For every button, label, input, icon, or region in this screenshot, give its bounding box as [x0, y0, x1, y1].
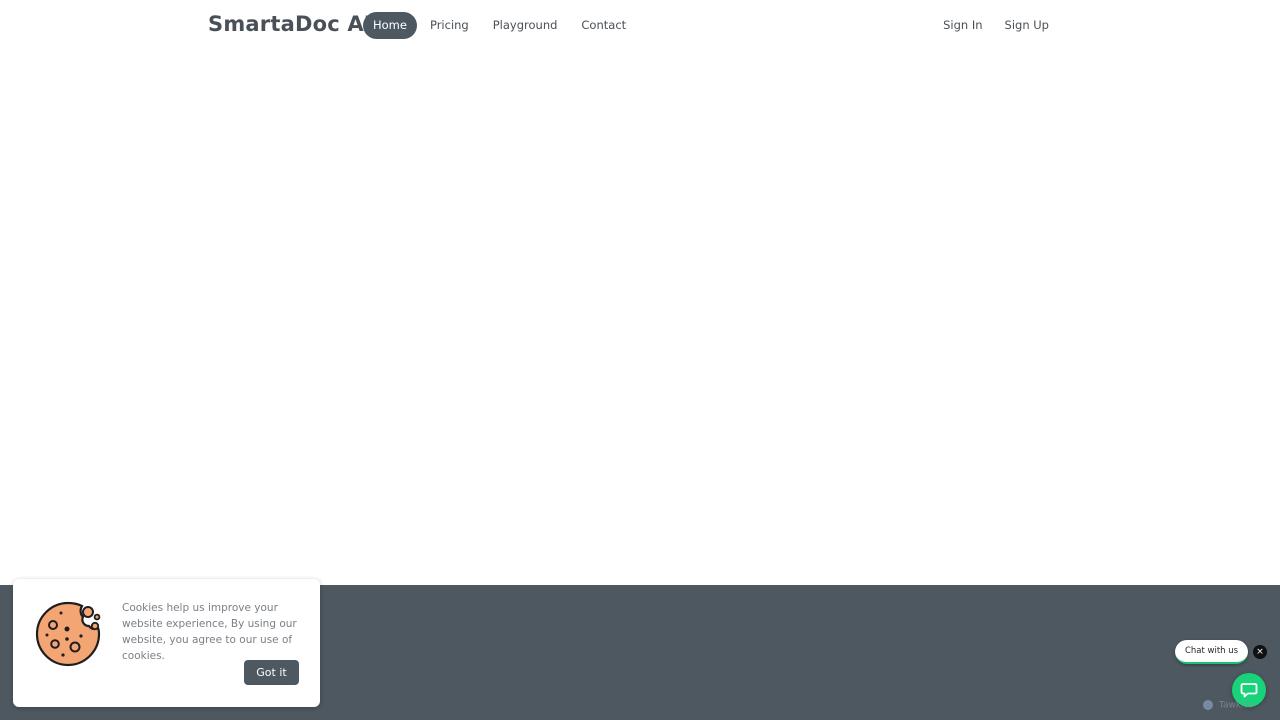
chat-with-us-bubble[interactable]: Chat with us: [1175, 640, 1248, 664]
cookie-banner: Cookies help us improve your website exp…: [13, 579, 320, 707]
sign-in-link[interactable]: Sign In: [932, 12, 993, 39]
page: SmartaDoc AI Home Pricing Playground Con…: [0, 0, 1280, 720]
brand-logo[interactable]: SmartaDoc AI: [208, 12, 372, 36]
cookie-icon: [33, 599, 103, 669]
tawk-branding[interactable]: Tawk.to: [1203, 700, 1253, 711]
close-icon[interactable]: ×: [1253, 645, 1267, 659]
nav-contact[interactable]: Contact: [570, 12, 637, 39]
auth-links: Sign In Sign Up: [932, 12, 1060, 39]
nav-playground[interactable]: Playground: [482, 12, 569, 39]
nav-home[interactable]: Home: [363, 12, 417, 39]
cookie-message: Cookies help us improve your website exp…: [122, 602, 297, 662]
chat-bubble-icon: [1240, 683, 1258, 698]
main-nav: Home Pricing Playground Contact: [363, 12, 639, 39]
accept-cookies-button[interactable]: Got it: [244, 660, 299, 685]
tawk-branding-label: Tawk.to: [1219, 700, 1253, 711]
tawk-logo-icon: [1203, 700, 1213, 710]
sign-up-link[interactable]: Sign Up: [994, 12, 1060, 39]
site-header: SmartaDoc AI Home Pricing Playground Con…: [0, 0, 1280, 52]
nav-pricing[interactable]: Pricing: [419, 12, 480, 39]
